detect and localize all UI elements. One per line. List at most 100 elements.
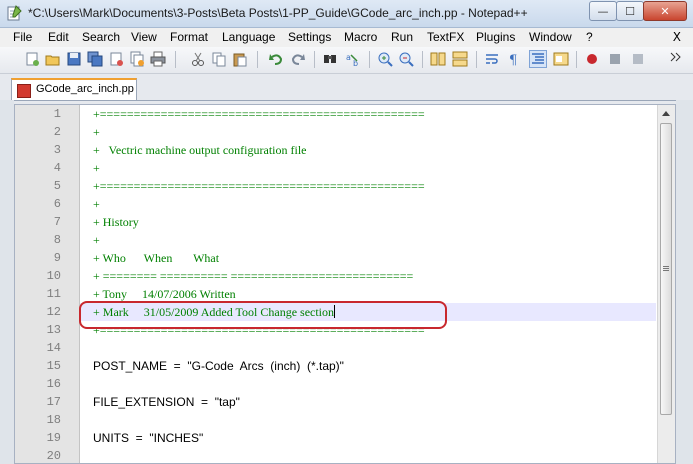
redo-icon[interactable] bbox=[290, 51, 306, 67]
line-number: 9 bbox=[53, 251, 61, 265]
line-number: 14 bbox=[46, 341, 61, 355]
menu-help[interactable]: ? bbox=[586, 30, 593, 44]
code-line[interactable]: +=======================================… bbox=[93, 177, 425, 195]
line-number-gutter bbox=[15, 105, 80, 463]
toolbar-separator bbox=[422, 51, 423, 68]
toolbar-separator bbox=[369, 51, 370, 68]
text-editor[interactable]: 1 2 3 4 5 6 7 8 9 10 11 12 13 14 15 16 1… bbox=[14, 104, 676, 464]
save-all-icon[interactable] bbox=[87, 51, 103, 67]
tab-gcode-arc-inch[interactable]: GCode_arc_inch.pp bbox=[11, 78, 137, 100]
menu-file[interactable]: File bbox=[13, 30, 32, 44]
code-line[interactable]: + ======== ========== ==================… bbox=[93, 267, 413, 285]
close-window-button[interactable]: ✕ bbox=[643, 1, 687, 21]
toolbar-separator bbox=[476, 51, 477, 68]
toolbar-separator bbox=[175, 51, 176, 68]
svg-text:a: a bbox=[346, 53, 351, 62]
scrollbar-thumb[interactable] bbox=[660, 123, 672, 415]
line-number: 15 bbox=[46, 359, 61, 373]
user-defined-dialog-icon[interactable] bbox=[553, 51, 569, 67]
sync-horizontal-icon[interactable] bbox=[452, 51, 468, 67]
indent-guide-icon[interactable] bbox=[529, 50, 547, 68]
line-number: 5 bbox=[53, 179, 61, 193]
open-file-icon[interactable] bbox=[45, 51, 61, 67]
print-icon[interactable] bbox=[150, 51, 166, 67]
line-number: 18 bbox=[46, 413, 61, 427]
toolbar-overflow-icon[interactable] bbox=[668, 49, 684, 65]
svg-text:¶: ¶ bbox=[509, 53, 517, 67]
code-line[interactable]: + bbox=[93, 231, 100, 249]
menu-textfx[interactable]: TextFX bbox=[427, 30, 464, 44]
play-macro-icon[interactable] bbox=[630, 51, 646, 67]
menu-view[interactable]: View bbox=[131, 30, 157, 44]
code-line[interactable]: FILE_EXTENSION = "tap" bbox=[93, 393, 240, 411]
title-bar: *C:\Users\Mark\Documents\3-Posts\Beta Po… bbox=[0, 0, 693, 28]
close-file-icon[interactable] bbox=[108, 51, 124, 67]
code-line[interactable]: + bbox=[93, 123, 100, 141]
line-number: 1 bbox=[53, 107, 61, 121]
toolbar-separator bbox=[576, 51, 577, 68]
menu-bar: File Edit Search View Format Language Se… bbox=[0, 28, 693, 47]
code-line[interactable]: + History bbox=[93, 213, 139, 231]
line-number: 4 bbox=[53, 161, 61, 175]
new-file-icon[interactable] bbox=[24, 51, 40, 67]
word-wrap-icon[interactable] bbox=[484, 51, 500, 67]
toolbar: ab ¶ bbox=[0, 47, 693, 74]
tab-label: GCode_arc_inch.pp bbox=[36, 83, 134, 95]
code-line[interactable]: + bbox=[93, 159, 100, 177]
line-number: 7 bbox=[53, 215, 61, 229]
scrollbar-grip-icon bbox=[663, 266, 669, 267]
line-number: 6 bbox=[53, 197, 61, 211]
code-line[interactable]: + bbox=[93, 195, 100, 213]
code-line[interactable]: + Who When What bbox=[93, 249, 219, 267]
code-line[interactable]: UNITS = "INCHES" bbox=[93, 429, 203, 447]
window-frame-left bbox=[0, 100, 14, 464]
save-icon[interactable] bbox=[66, 51, 82, 67]
zoom-in-icon[interactable] bbox=[377, 51, 393, 67]
code-line[interactable]: POST_NAME = "G-Code Arcs (inch) (*.tap)" bbox=[93, 357, 344, 375]
menu-search[interactable]: Search bbox=[82, 30, 120, 44]
menu-language[interactable]: Language bbox=[222, 30, 275, 44]
window-frame-right bbox=[676, 100, 693, 464]
notepad-plus-plus-icon bbox=[7, 5, 22, 21]
cut-icon[interactable] bbox=[190, 51, 206, 67]
line-number: 19 bbox=[46, 431, 61, 445]
line-number: 13 bbox=[46, 323, 61, 337]
undo-icon[interactable] bbox=[268, 51, 284, 67]
line-number: 12 bbox=[46, 305, 61, 319]
close-all-icon[interactable] bbox=[129, 51, 145, 67]
sync-vertical-icon[interactable] bbox=[430, 51, 446, 67]
paste-icon[interactable] bbox=[232, 51, 248, 67]
menu-run[interactable]: Run bbox=[391, 30, 413, 44]
copy-icon[interactable] bbox=[211, 51, 227, 67]
line-number: 11 bbox=[46, 287, 61, 301]
toolbar-separator bbox=[314, 51, 315, 68]
find-icon[interactable] bbox=[322, 51, 338, 67]
line-number: 16 bbox=[46, 377, 61, 391]
show-all-characters-icon[interactable]: ¶ bbox=[506, 51, 522, 67]
zoom-out-icon[interactable] bbox=[398, 51, 414, 67]
line-number: 17 bbox=[46, 395, 61, 409]
line-number: 20 bbox=[46, 449, 61, 463]
toolbar-separator bbox=[257, 51, 258, 68]
minimize-button[interactable]: — bbox=[589, 1, 617, 21]
stop-macro-icon[interactable] bbox=[607, 51, 623, 67]
vertical-scrollbar[interactable] bbox=[657, 105, 675, 463]
maximize-button[interactable]: ☐ bbox=[616, 1, 644, 21]
code-line[interactable]: + Vectric machine output configuration f… bbox=[93, 141, 306, 159]
menu-macro[interactable]: Macro bbox=[344, 30, 377, 44]
line-number: 2 bbox=[53, 125, 61, 139]
scroll-up-arrow-icon[interactable] bbox=[662, 111, 670, 116]
menu-plugins[interactable]: Plugins bbox=[476, 30, 515, 44]
line-number: 10 bbox=[46, 269, 61, 283]
annotation-highlight-ring bbox=[79, 301, 447, 329]
code-line[interactable]: +=======================================… bbox=[93, 105, 425, 123]
replace-icon[interactable]: ab bbox=[345, 51, 361, 67]
close-document-button[interactable]: X bbox=[673, 30, 681, 44]
menu-settings[interactable]: Settings bbox=[288, 30, 331, 44]
record-macro-icon[interactable] bbox=[584, 51, 600, 67]
line-number: 3 bbox=[53, 143, 61, 157]
menu-window[interactable]: Window bbox=[529, 30, 572, 44]
menu-edit[interactable]: Edit bbox=[48, 30, 69, 44]
menu-format[interactable]: Format bbox=[170, 30, 208, 44]
line-number: 8 bbox=[53, 233, 61, 247]
